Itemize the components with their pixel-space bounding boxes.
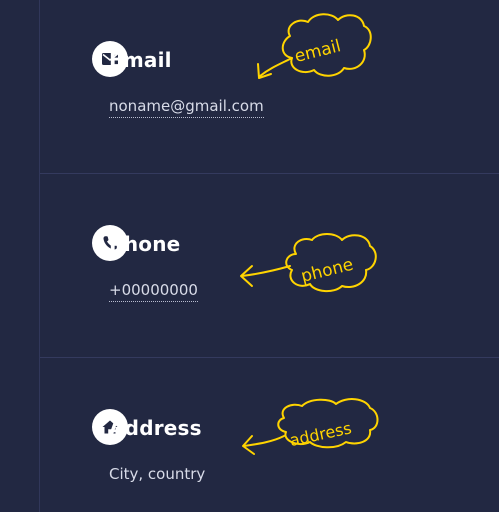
- address-annotation-text: address: [288, 418, 353, 450]
- address-value: City, country: [109, 465, 206, 483]
- email-title: Email: [109, 48, 172, 72]
- email-link[interactable]: noname@gmail.com: [109, 96, 264, 118]
- phone-title: Phone: [109, 232, 181, 256]
- address-title: Address: [109, 416, 202, 440]
- email-annotation-text: email: [293, 36, 343, 67]
- address-annotation: [242, 398, 379, 455]
- handwritten-annotations: email phone address: [240, 13, 379, 455]
- phone-annotation-text: phone: [299, 255, 355, 287]
- phone-annotation: [240, 233, 377, 292]
- section-divider: [40, 357, 499, 358]
- left-border-line: [39, 0, 40, 512]
- phone-link[interactable]: +00000000: [109, 280, 198, 302]
- section-divider: [40, 173, 499, 174]
- email-annotation: [257, 13, 372, 79]
